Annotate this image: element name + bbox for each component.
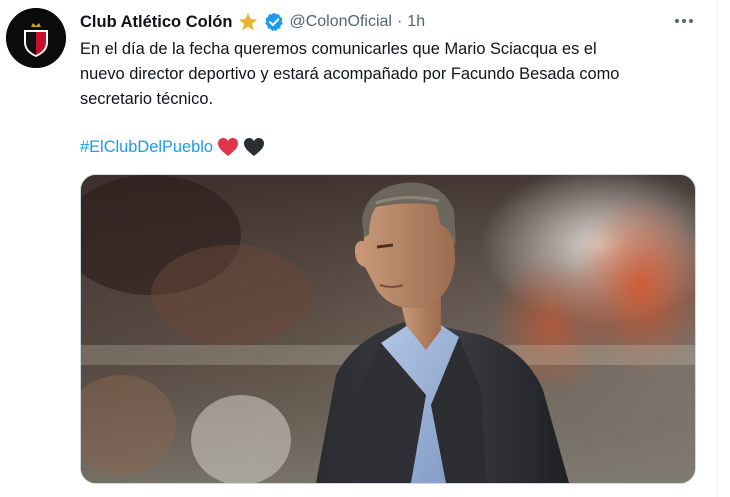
card-divider [717, 0, 718, 497]
tweet-text: En el día de la fecha queremos comunicar… [80, 37, 695, 112]
display-name[interactable]: Club Atlético Colón [80, 13, 232, 32]
hashtag-line: #ElClubDelPueblo [80, 134, 265, 160]
avatar[interactable] [6, 8, 66, 68]
hashtag-link[interactable]: #ElClubDelPueblo [80, 138, 213, 157]
photo-man-in-suit [81, 175, 695, 483]
user-handle[interactable]: @ColonOficial [289, 13, 392, 31]
tweet-text-line: secretario técnico. [80, 90, 214, 108]
tweet-text-line: nuevo director deportivo y estará acompa… [80, 65, 620, 83]
gold-star-badge-icon [238, 12, 258, 32]
tweet-text-line: En el día de la fecha queremos comunicar… [80, 40, 597, 58]
red-heart-icon [217, 137, 239, 157]
separator-dot: · [396, 13, 403, 30]
more-options-icon[interactable] [672, 10, 696, 32]
verified-check-icon [264, 12, 284, 32]
timestamp[interactable]: 1h [407, 13, 425, 31]
club-crest-icon [6, 8, 66, 68]
tweet-header: Club Atlético Colón @ColonOficial · 1h [80, 10, 425, 34]
tweet-photo[interactable] [80, 174, 696, 484]
tweet-card[interactable]: Club Atlético Colón @ColonOficial · 1h E… [0, 0, 730, 497]
black-heart-icon [243, 137, 265, 157]
